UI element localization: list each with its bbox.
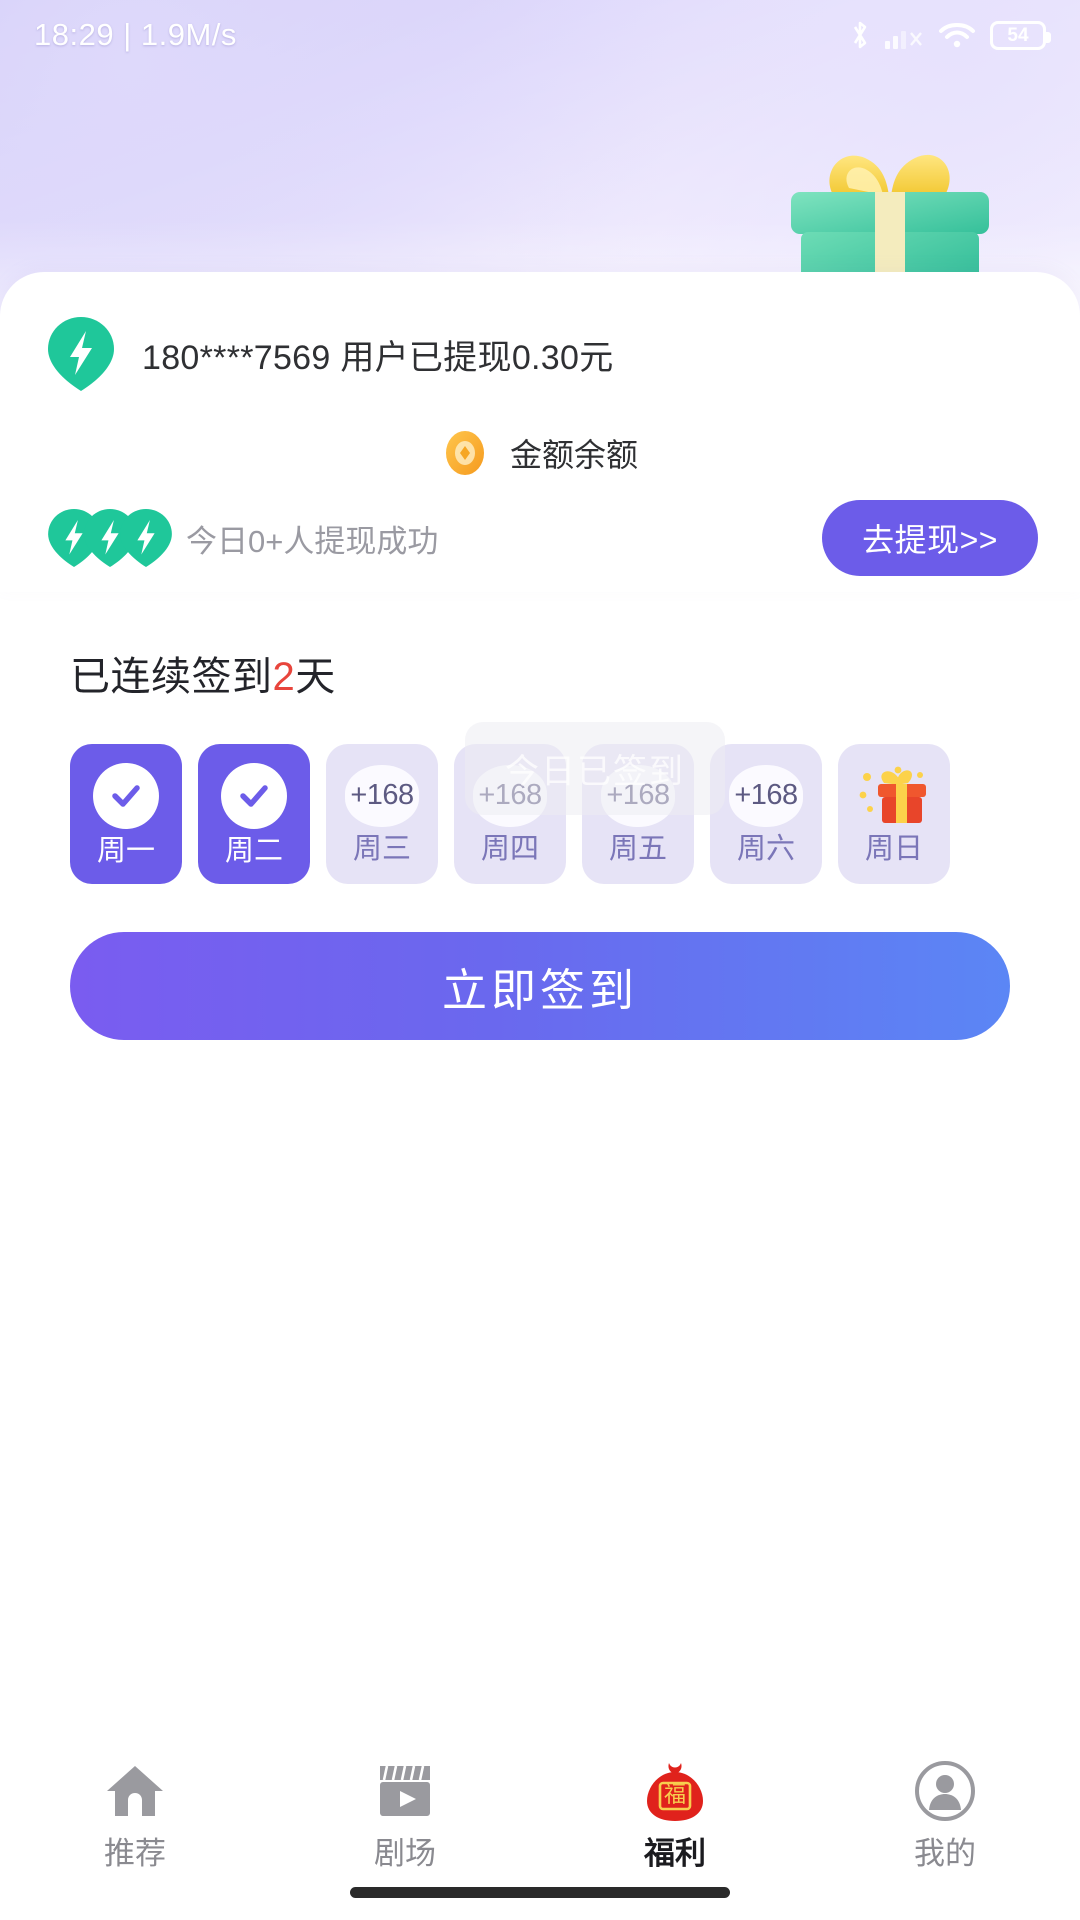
status-separator: |: [123, 17, 132, 52]
check-bubble: [93, 762, 159, 829]
status-time: 18:29: [34, 17, 115, 52]
today-withdraw-text: 今日0+人提现成功: [186, 523, 439, 559]
streak-count: 2: [272, 655, 296, 699]
streak-prefix: 已连续签到: [70, 655, 273, 699]
reward-amount: +168: [606, 779, 670, 811]
reward-bubble: +168: [473, 764, 547, 827]
wifi-icon: [939, 23, 975, 48]
reward-amount: +168: [734, 779, 798, 811]
withdraw-ticker-row: 180****7569 用户已提现0.30元: [48, 317, 614, 391]
home-icon: [103, 1758, 167, 1824]
tab-label: 剧场: [374, 1836, 436, 1871]
reward-amount: +168: [350, 779, 414, 811]
fortune-bag-icon: 福: [645, 1758, 705, 1824]
day-label: 周五: [608, 832, 667, 865]
reward-bubble: +168: [729, 764, 803, 827]
signin-section: 已连续签到2天 今日已签到 周一 周二 +168 周三 +168 周四 +168…: [0, 592, 1080, 1040]
reward-amount: +168: [478, 779, 542, 811]
signin-day-card-friday[interactable]: +168 周五: [582, 744, 694, 884]
signin-day-card-wednesday[interactable]: +168 周三: [326, 744, 438, 884]
signin-days-row: 今日已签到 周一 周二 +168 周三 +168 周四 +168 周五 +168…: [70, 722, 1080, 884]
tab-label: 福利: [644, 1836, 706, 1871]
balance-row: 金额余额: [0, 430, 1080, 476]
tab-welfare[interactable]: 福 福利: [585, 1758, 765, 1869]
clapperboard-play-icon: [376, 1758, 434, 1824]
info-card: 180****7569 用户已提现0.30元 金额余额 今日0+人提现成功 去提…: [0, 272, 1080, 592]
signin-day-card-saturday[interactable]: +168 周六: [710, 744, 822, 884]
signin-day-card-sunday[interactable]: 周日: [838, 744, 950, 884]
green-bolt-pin-icon: [120, 509, 172, 567]
day-label: 周三: [352, 832, 411, 865]
today-withdraw-row: 今日0+人提现成功 去提现>>: [48, 500, 1038, 576]
signin-day-card-tuesday[interactable]: 周二: [198, 744, 310, 884]
day-label: 周一: [96, 834, 155, 867]
signin-day-card-monday[interactable]: 周一: [70, 744, 182, 884]
tab-label: 推荐: [104, 1836, 166, 1871]
withdraw-ticker-text: 180****7569 用户已提现0.30元: [142, 338, 614, 377]
gold-coin-icon: [445, 431, 484, 475]
check-bubble: [221, 762, 287, 829]
tab-mine[interactable]: 我的: [855, 1758, 1035, 1869]
green-bolt-pin-group-icon: 今日0+人提现成功: [48, 509, 438, 567]
day-label: 周二: [224, 834, 283, 867]
tab-label: 我的: [914, 1836, 976, 1871]
battery-icon: 54: [990, 20, 1051, 50]
go-withdraw-button[interactable]: 去提现>>: [822, 500, 1038, 576]
reward-bubble: +168: [601, 764, 675, 827]
gift-box-icon: [859, 766, 926, 823]
battery-level: 54: [1007, 24, 1029, 46]
status-bar-left: 18:29 | 1.9M/s: [34, 17, 237, 53]
signin-day-card-thursday[interactable]: +168 周四: [454, 744, 566, 884]
streak-suffix: 天: [295, 655, 336, 699]
gift-box-decoration-image: [791, 154, 989, 295]
status-bar-right: 54: [849, 19, 1051, 51]
balance-label: 金额余额: [509, 437, 638, 473]
check-icon: [112, 784, 140, 807]
network-speed: 1.9M/s: [140, 17, 237, 52]
home-indicator: [350, 1887, 730, 1898]
day-label: 周四: [480, 832, 539, 865]
tab-theater[interactable]: 剧场: [315, 1758, 495, 1869]
person-circle-icon: [914, 1758, 976, 1824]
day-label: 周日: [864, 832, 923, 865]
status-bar: 18:29 | 1.9M/s 54: [0, 0, 1080, 70]
signin-now-button[interactable]: 立即签到: [70, 932, 1010, 1040]
green-bolt-pin-icon: [48, 317, 114, 391]
day-label: 周六: [736, 832, 795, 865]
streak-title: 已连续签到2天: [70, 644, 1080, 702]
bluetooth-icon: [853, 21, 867, 49]
cellular-signal-icon: [885, 31, 922, 49]
tab-recommend[interactable]: 推荐: [45, 1758, 225, 1869]
check-icon: [240, 784, 268, 807]
reward-bubble: +168: [345, 764, 419, 827]
svg-text:福: 福: [664, 1783, 686, 1808]
